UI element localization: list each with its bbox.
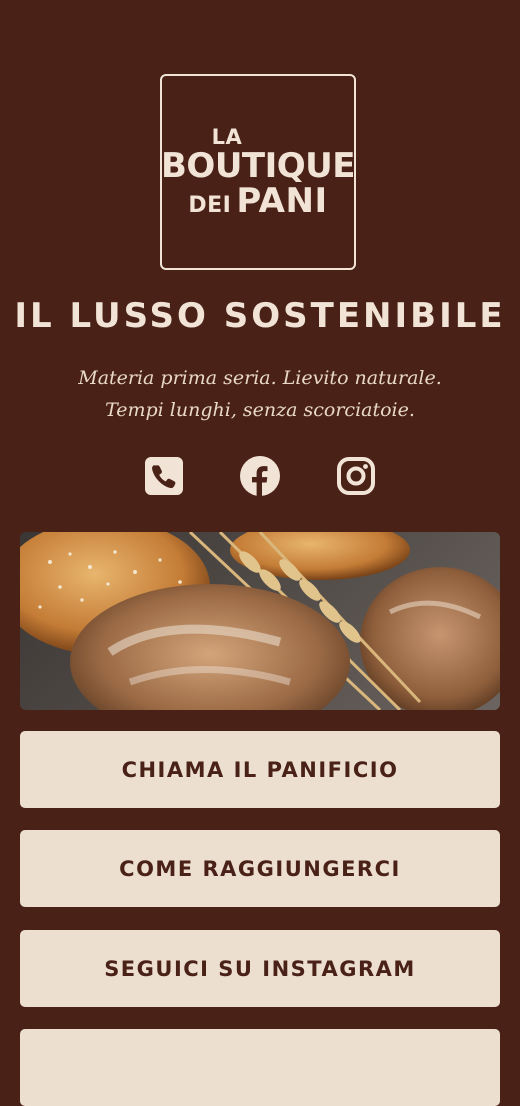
directions-button[interactable]: COME RAGGIUNGERCI <box>20 830 500 907</box>
facebook-icon[interactable] <box>239 455 281 497</box>
tagline: Materia prima seria. Lievito naturale. T… <box>0 362 520 426</box>
instagram-icon[interactable] <box>335 455 377 497</box>
page-title: IL LUSSO SOSTENIBILE <box>14 296 506 336</box>
logo-bottom-line: DEI PANI <box>188 184 327 218</box>
logo-text-dei: DEI <box>188 192 232 218</box>
call-bakery-button[interactable]: CHIAMA IL PANIFICIO <box>20 731 500 808</box>
logo-text-boutique: BOUTIQUE <box>161 145 356 186</box>
more-button[interactable] <box>20 1029 500 1106</box>
phone-icon[interactable] <box>143 455 185 497</box>
bread-illustration <box>20 532 500 710</box>
tagline-line-2: Tempi lunghi, senza scorciatoie. <box>105 399 415 421</box>
follow-instagram-button[interactable]: SEGUICI SU INSTAGRAM <box>20 930 500 1007</box>
logo-text-pani: PANI <box>236 180 328 221</box>
tagline-line-1: Materia prima seria. Lievito naturale. <box>78 367 442 389</box>
brand-logo: LA BOUTIQUE DEI PANI <box>160 74 356 270</box>
social-links <box>0 455 520 499</box>
bread-hero-image <box>20 532 500 710</box>
logo-text-la: LA <box>211 124 243 149</box>
